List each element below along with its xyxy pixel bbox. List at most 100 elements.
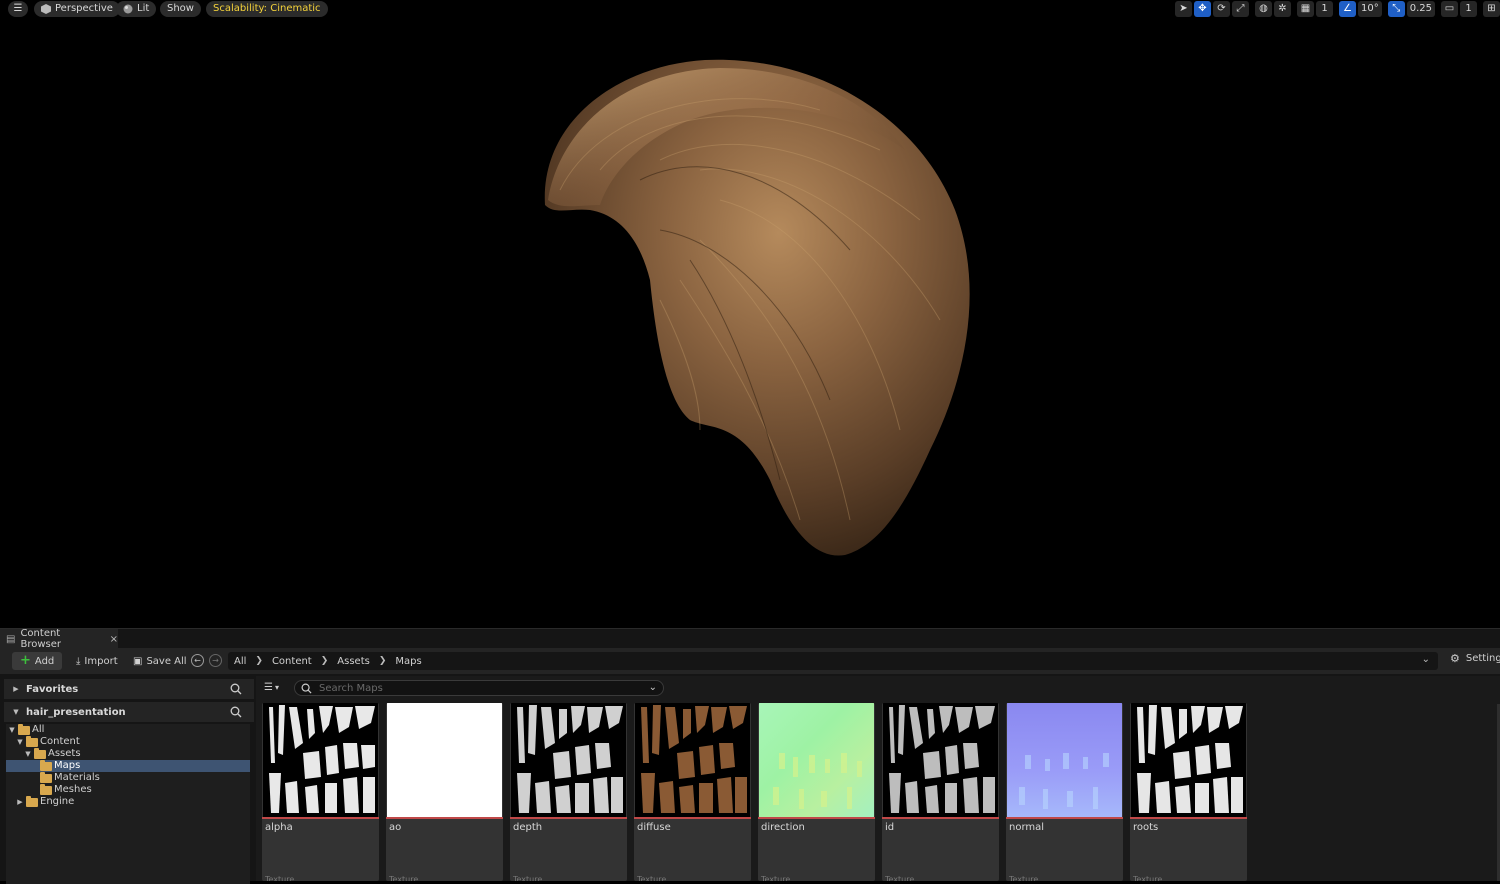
rotate-mode-button[interactable]: ⟳ — [1213, 1, 1230, 17]
collapse-arrow-icon[interactable]: ▼ — [24, 748, 32, 760]
perspective-button[interactable]: Perspective — [34, 1, 120, 17]
rotation-snap-button[interactable]: ∠ — [1339, 1, 1356, 17]
asset-type: Texture — [389, 875, 419, 881]
grid-snap-value[interactable]: 1 — [1316, 1, 1333, 17]
show-button[interactable]: Show — [160, 1, 201, 17]
search-input[interactable] — [317, 681, 647, 695]
lit-button[interactable]: Lit — [116, 1, 157, 17]
tree-item-meshes[interactable]: Meshes — [6, 783, 250, 796]
breadcrumb: All ❯ Content ❯ Assets ❯ Maps ⌄ — [228, 652, 1438, 670]
content-browser-tab[interactable]: ▤ Content Browser × — [0, 628, 118, 650]
close-icon[interactable]: × — [110, 634, 118, 645]
back-arrow-icon[interactable]: ← — [191, 654, 204, 667]
breadcrumb-assets[interactable]: Assets — [337, 656, 370, 667]
camera-speed-button[interactable]: ▭ — [1441, 1, 1458, 17]
select-mode-button[interactable]: ➤ — [1175, 1, 1192, 17]
expand-arrow-icon[interactable]: ▶ — [16, 796, 24, 808]
camera-speed-value[interactable]: 1 — [1460, 1, 1477, 17]
search-box[interactable]: ⌄ — [294, 680, 664, 696]
show-label: Show — [167, 3, 194, 14]
viewport-menu-button[interactable]: ☰ — [8, 1, 28, 17]
sources-panel: ▶ Favorites ▼ hair_presentation ▼ All ▼ … — [0, 676, 254, 884]
tree-item-maps[interactable]: Maps — [6, 759, 250, 772]
grid-snap-button[interactable]: ▦ — [1297, 1, 1314, 17]
scale-snap-value[interactable]: 0.25 — [1406, 1, 1435, 17]
rotation-snap-value[interactable]: 10° — [1358, 1, 1382, 17]
search-icon[interactable] — [230, 683, 242, 698]
tree-item-label: Assets — [48, 748, 81, 759]
asset-tile-alpha[interactable]: alpha Texture — [262, 703, 379, 881]
asset-name: normal — [1009, 822, 1045, 833]
surface-snap-button[interactable]: ✲ — [1274, 1, 1291, 17]
forward-arrow-icon[interactable]: → — [209, 654, 222, 667]
asset-tile-normal[interactable]: normal Texture — [1006, 703, 1123, 881]
texture-type-bar — [510, 817, 627, 819]
asset-name: direction — [761, 822, 805, 833]
collapse-arrow-icon[interactable]: ▼ — [16, 736, 24, 748]
add-label: Add — [34, 655, 55, 667]
project-label: hair_presentation — [26, 706, 126, 718]
chevron-right-icon[interactable]: ❯ — [321, 656, 329, 666]
texture-thumbnail — [635, 703, 750, 817]
world-local-button[interactable]: ◍ — [1255, 1, 1272, 17]
favorites-header[interactable]: ▶ Favorites — [4, 679, 254, 699]
texture-type-bar — [262, 817, 379, 819]
level-viewport[interactable]: ☰ Perspective Lit Show Scalability: Cine… — [0, 0, 1500, 628]
tree-item-label: Engine — [40, 796, 75, 807]
viewport-layout-button[interactable]: ⊞ — [1483, 1, 1500, 17]
tree-item-materials[interactable]: Materials — [6, 771, 250, 784]
chevron-right-icon[interactable]: ❯ — [379, 656, 387, 666]
camera-icon: ▭ — [1444, 3, 1455, 14]
gear-icon: ⚙ — [1450, 652, 1460, 665]
breadcrumb-all[interactable]: All — [234, 656, 246, 667]
asset-type: Texture — [761, 875, 791, 881]
chevron-down-icon[interactable]: ⌄ — [1422, 654, 1430, 665]
tree-item-engine[interactable]: ▶ Engine — [6, 795, 250, 808]
asset-tile-depth[interactable]: depth Texture — [510, 703, 627, 881]
asset-type: Texture — [1133, 875, 1163, 881]
search-icon[interactable] — [230, 706, 242, 721]
texture-type-bar — [1130, 817, 1247, 819]
asset-tile-direction[interactable]: direction Texture — [758, 703, 875, 881]
import-button[interactable]: ⤓ Import — [70, 652, 124, 670]
breadcrumb-maps[interactable]: Maps — [395, 656, 421, 667]
asset-name: id — [885, 822, 895, 833]
asset-type: Texture — [637, 875, 667, 881]
perspective-label: Perspective — [55, 3, 113, 14]
asset-name: depth — [513, 822, 543, 833]
content-browser-tabbar: ▤ Content Browser × — [0, 628, 1500, 650]
content-browser-toolbar: + Add ⤓ Import ▣ Save All ← → All ❯ Cont… — [0, 648, 1500, 674]
collapse-arrow-icon[interactable]: ▼ — [12, 708, 20, 716]
add-button[interactable]: + Add — [12, 652, 63, 670]
project-header[interactable]: ▼ hair_presentation — [4, 702, 254, 722]
globe-icon: ◍ — [1259, 3, 1268, 14]
filter-button[interactable]: ☰ ▾ — [264, 682, 279, 693]
tree-item-content[interactable]: ▼ Content — [6, 735, 250, 748]
settings-label: Settings — [1465, 653, 1500, 664]
asset-tile-diffuse[interactable]: diffuse Texture — [634, 703, 751, 881]
scalability-button[interactable]: Scalability: Cinematic — [206, 1, 328, 17]
settings-button[interactable]: ⚙ Settings — [1450, 652, 1500, 665]
asset-tile-ao[interactable]: ao Texture — [386, 703, 503, 881]
breadcrumb-content[interactable]: Content — [272, 656, 312, 667]
asset-tile-id[interactable]: id Texture — [882, 703, 999, 881]
folder-icon — [40, 759, 52, 771]
search-icon — [301, 683, 312, 694]
asset-name: alpha — [265, 822, 293, 833]
tree-item-assets[interactable]: ▼ Assets — [6, 747, 250, 760]
chevron-down-icon[interactable]: ⌄ — [649, 682, 657, 693]
asset-name: ao — [389, 822, 402, 833]
scale-mode-button[interactable]: ⤢ — [1232, 1, 1249, 17]
texture-thumbnail — [387, 703, 502, 817]
save-all-button[interactable]: ▣ Save All — [127, 652, 193, 670]
texture-thumbnail — [759, 703, 874, 817]
asset-tile-roots[interactable]: roots Texture — [1130, 703, 1247, 881]
chevron-right-icon[interactable]: ❯ — [255, 656, 263, 666]
folder-icon — [18, 723, 30, 735]
translate-mode-button[interactable]: ✥ — [1194, 1, 1211, 17]
expand-arrow-icon[interactable]: ▶ — [12, 685, 20, 693]
scale-snap-button[interactable]: ⤡ — [1387, 1, 1405, 17]
save-icon: ▣ — [133, 655, 143, 667]
collapse-arrow-icon[interactable]: ▼ — [8, 724, 16, 736]
tree-item-all[interactable]: ▼ All — [6, 723, 250, 736]
